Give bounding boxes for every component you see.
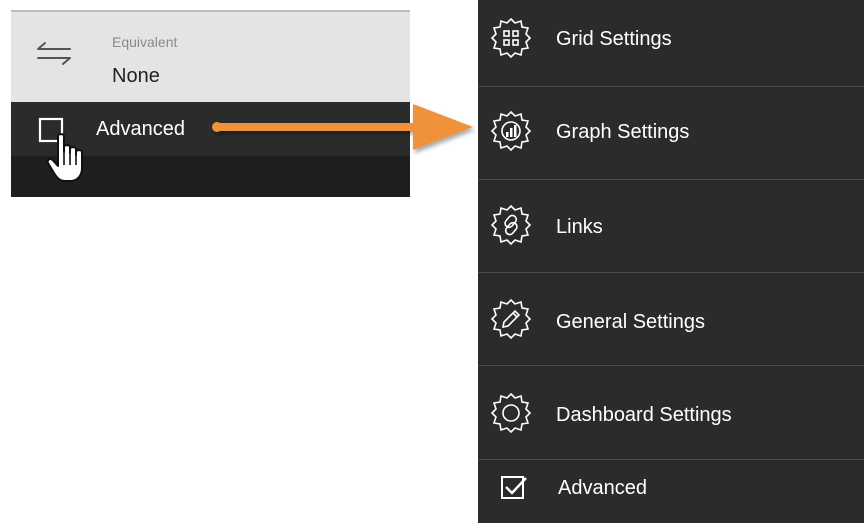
settings-menu: Grid Settings Graph Settings Links Gener… [478, 0, 864, 523]
menu-item-dashboard-settings[interactable]: Dashboard Settings [478, 367, 864, 460]
menu-item-label: Graph Settings [556, 121, 690, 143]
gear-icon [490, 392, 532, 434]
advanced-label: Advanced [96, 118, 185, 140]
menu-item-label: Grid Settings [556, 28, 672, 50]
menu-item-general-settings[interactable]: General Settings [478, 273, 864, 366]
link-gear-icon [490, 204, 532, 246]
menu-item-links[interactable]: Links [478, 180, 864, 273]
callout-arrow [212, 104, 473, 150]
menu-item-graph-settings[interactable]: Graph Settings [478, 87, 864, 180]
equivalent-label: Equivalent [112, 34, 178, 50]
swap-arrows-icon [37, 42, 71, 65]
menu-item-label: Dashboard Settings [556, 404, 732, 426]
grid-gear-icon [490, 17, 532, 59]
advanced-label: Advanced [558, 477, 647, 499]
hand-pointer-icon [46, 133, 83, 182]
pencil-gear-icon [490, 298, 532, 340]
bar-chart-gear-icon [490, 110, 532, 152]
menu-item-label: General Settings [556, 311, 705, 333]
menu-item-grid-settings[interactable]: Grid Settings [478, 0, 864, 87]
equivalent-value: None [112, 65, 160, 87]
menu-item-label: Links [556, 216, 603, 238]
checked-checkbox-icon[interactable] [500, 474, 528, 502]
equivalent-row[interactable]: Equivalent None [11, 10, 410, 102]
advanced-toggle-row[interactable]: Advanced [478, 460, 864, 523]
